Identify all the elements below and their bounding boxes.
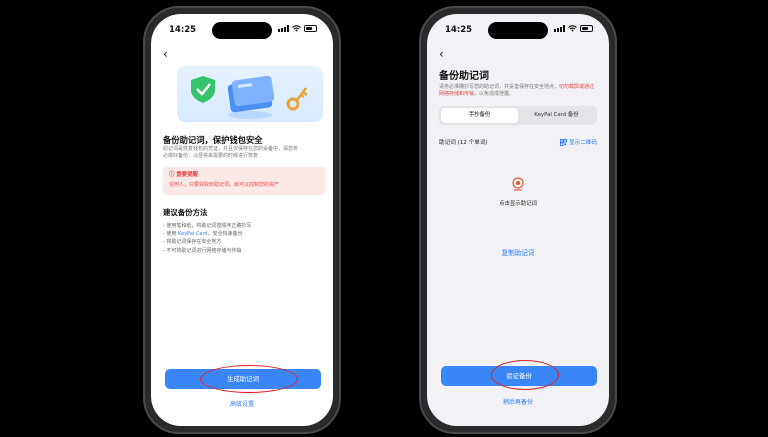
method-text: - 使用笔和纸，将助记词按顺序正确抄写: [163, 223, 252, 229]
key-icon: [286, 87, 308, 111]
phone-right: 14:25 ‹ 备份助记词 请务必准确抄写您的助记词，并妥善保存在安全地点，切勿…: [419, 6, 617, 434]
warning-text: 任何人，只要获取到助记词，就可以控制您的资产: [169, 182, 280, 188]
signal-icon: [278, 25, 289, 32]
method-item: - 使用 KeyPal Card，安全快速备份: [163, 230, 251, 238]
wifi-icon: [292, 25, 301, 32]
battery-icon: [304, 25, 317, 32]
method-text: - 使用: [163, 231, 178, 238]
advanced-settings-link[interactable]: 高级设置: [151, 399, 333, 408]
qr-code-icon: [560, 138, 568, 146]
page-description: 助记词是恢复钱包的凭证，并且仅保存在您的设备中，请您务 必做好备份，以便将来需要…: [163, 146, 321, 160]
show-qr-label: 显示二维码: [569, 140, 597, 146]
page-title: 备份助记词，保护钱包安全: [163, 135, 263, 145]
shield-check-icon: [191, 76, 215, 103]
dynamic-island: [488, 22, 548, 39]
method-item: - 将助记词保存在安全地方: [163, 238, 251, 246]
warning-box: ⓘ 重要提醒 任何人，只要获取到助记词，就可以控制您的资产: [163, 167, 325, 195]
reveal-mnemonic-label: 点击显示助记词: [499, 201, 537, 207]
wallet-card-icon: [227, 75, 275, 119]
status-icons: [278, 25, 317, 32]
methods-list: - 使用笔和纸，将助记词按顺序正确抄写 - 使用 KeyPal Card，安全快…: [163, 222, 251, 255]
eye-reveal-icon: [512, 177, 524, 191]
highlight-ring: [491, 360, 559, 390]
screen-backup-mnemonic: 14:25 ‹ 备份助记词 请务必准确抄写您的助记词，并妥善保存在安全地点，切勿…: [427, 14, 609, 426]
mnemonic-label: 助记词 (12 个单词): [439, 140, 488, 146]
tab-manual-backup[interactable]: 手抄备份: [441, 108, 518, 123]
back-button[interactable]: ‹: [439, 47, 444, 61]
battery-icon: [580, 25, 593, 32]
methods-title: 建议备份方法: [163, 208, 208, 217]
warning-title-row: ⓘ 重要提醒: [169, 170, 319, 178]
method-text: ，安全快速备份: [207, 231, 243, 238]
screen-backup-intro: 14:25 ‹ 备份助记词，保护钱包安全 助记词是恢复钱包的凭证，并且仅保存在您…: [151, 14, 333, 426]
status-time: 14:25: [169, 25, 197, 35]
description-line: 必做好备份，以便将来需要的时候进行恢复: [163, 153, 259, 159]
copy-mnemonic-link[interactable]: 复制助记词: [427, 247, 609, 257]
dynamic-island: [212, 22, 272, 39]
show-qr-button[interactable]: 显示二维码: [560, 138, 597, 146]
wifi-icon: [568, 25, 577, 32]
keypal-card-link[interactable]: KeyPal Card: [178, 231, 208, 237]
phone-left: 14:25 ‹ 备份助记词，保护钱包安全 助记词是恢复钱包的凭证，并且仅保存在您…: [143, 6, 341, 434]
page-title: 备份助记词: [439, 71, 489, 82]
hero-illustration: [177, 66, 323, 122]
status-time: 14:25: [445, 25, 473, 35]
highlight-ring: [200, 365, 298, 393]
tab-keypal-card-backup[interactable]: KeyPal Card 备份: [518, 108, 595, 123]
description-text: 请务必准确抄写您的助记词，并妥善保存在安全地点，: [439, 84, 560, 90]
page-description: 请务必准确抄写您的助记词，并妥善保存在安全地点，切勿截屏或通过网络存储和传输，以…: [439, 84, 597, 98]
signal-icon: [554, 25, 565, 32]
method-text: - 不可将助记词进行网络存储与传输: [163, 247, 242, 254]
method-item: - 不可将助记词进行网络存储与传输: [163, 247, 251, 255]
backup-method-tabs: 手抄备份 KeyPal Card 备份: [439, 106, 597, 125]
description-line: 助记词是恢复钱包的凭证，并且仅保存在您的设备中，请您务: [163, 146, 299, 152]
status-icons: [554, 25, 593, 32]
warning-title: 重要提醒: [176, 172, 198, 178]
back-button[interactable]: ‹: [163, 47, 168, 61]
method-item: - 使用笔和纸，将助记词按顺序正确抄写: [163, 222, 251, 230]
backup-later-link[interactable]: 稍后再备份: [427, 397, 609, 406]
reveal-mnemonic-area[interactable]: 点击显示助记词: [427, 176, 609, 207]
description-text: ，以免造成泄露。: [474, 91, 515, 97]
method-text: - 将助记词保存在安全地方: [163, 239, 222, 246]
